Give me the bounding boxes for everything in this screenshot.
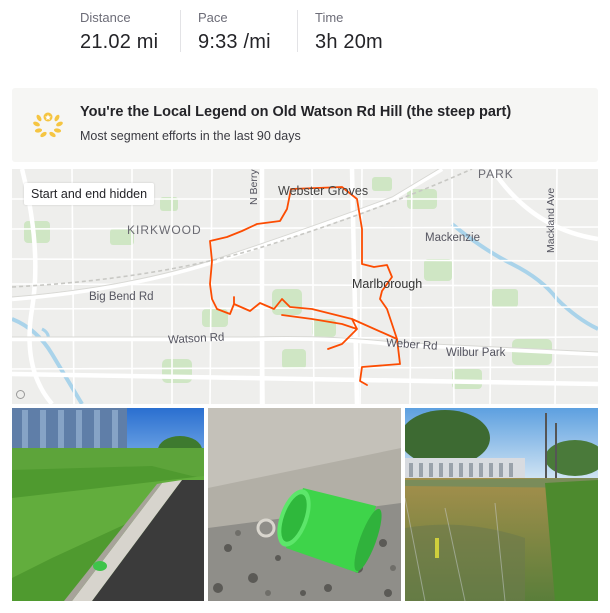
photo-grass-walkway[interactable] — [12, 408, 204, 601]
stat-divider — [297, 10, 298, 52]
map-label-webster-groves: Webster Groves — [278, 184, 369, 198]
map-label-marlborough: Marlborough — [352, 277, 423, 291]
map-label-wilbur-park: Wilbur Park — [446, 347, 506, 359]
map-label-park: PARK — [478, 169, 514, 181]
map-label-mackenzie: Mackenzie — [425, 232, 480, 244]
mapbox-logo-icon — [16, 390, 25, 399]
local-legend-card[interactable]: You're the Local Legend on Old Watson Rd… — [12, 88, 598, 162]
local-legend-title: You're the Local Legend on Old Watson Rd… — [80, 104, 512, 120]
activity-stats: Distance 21.02 mi Pace 9:33 /mi Time 3h … — [0, 0, 610, 66]
laurel-icon — [33, 112, 63, 138]
route-map[interactable]: Start and end hidden Webster Groves KIRK… — [12, 169, 598, 404]
map-label-n-berry: N Berry — [248, 169, 260, 205]
stat-pace-label: Pace — [198, 10, 228, 25]
photo-flooded-road[interactable] — [405, 408, 598, 601]
stat-pace-value: 9:33 /mi — [198, 31, 271, 53]
stat-time-value: 3h 20m — [315, 31, 383, 53]
stat-divider — [180, 10, 181, 52]
start-end-hidden-badge: Start and end hidden — [24, 183, 155, 205]
map-label-big-bend-rd: Big Bend Rd — [89, 291, 154, 303]
stat-distance-label: Distance — [80, 10, 131, 25]
stat-time-label: Time — [315, 10, 344, 25]
stat-distance-value: 21.02 mi — [80, 31, 159, 53]
photo-green-cup[interactable] — [208, 408, 401, 601]
map-label-mackland-ave: Mackland Ave — [545, 187, 557, 253]
stat-pace: Pace 9:33 /mi — [198, 10, 271, 58]
local-legend-subtitle: Most segment efforts in the last 90 days — [80, 129, 301, 143]
map-label-kirkwood: KIRKWOOD — [127, 223, 202, 237]
stat-time: Time 3h 20m — [315, 10, 383, 58]
stat-distance: Distance 21.02 mi — [80, 10, 158, 58]
